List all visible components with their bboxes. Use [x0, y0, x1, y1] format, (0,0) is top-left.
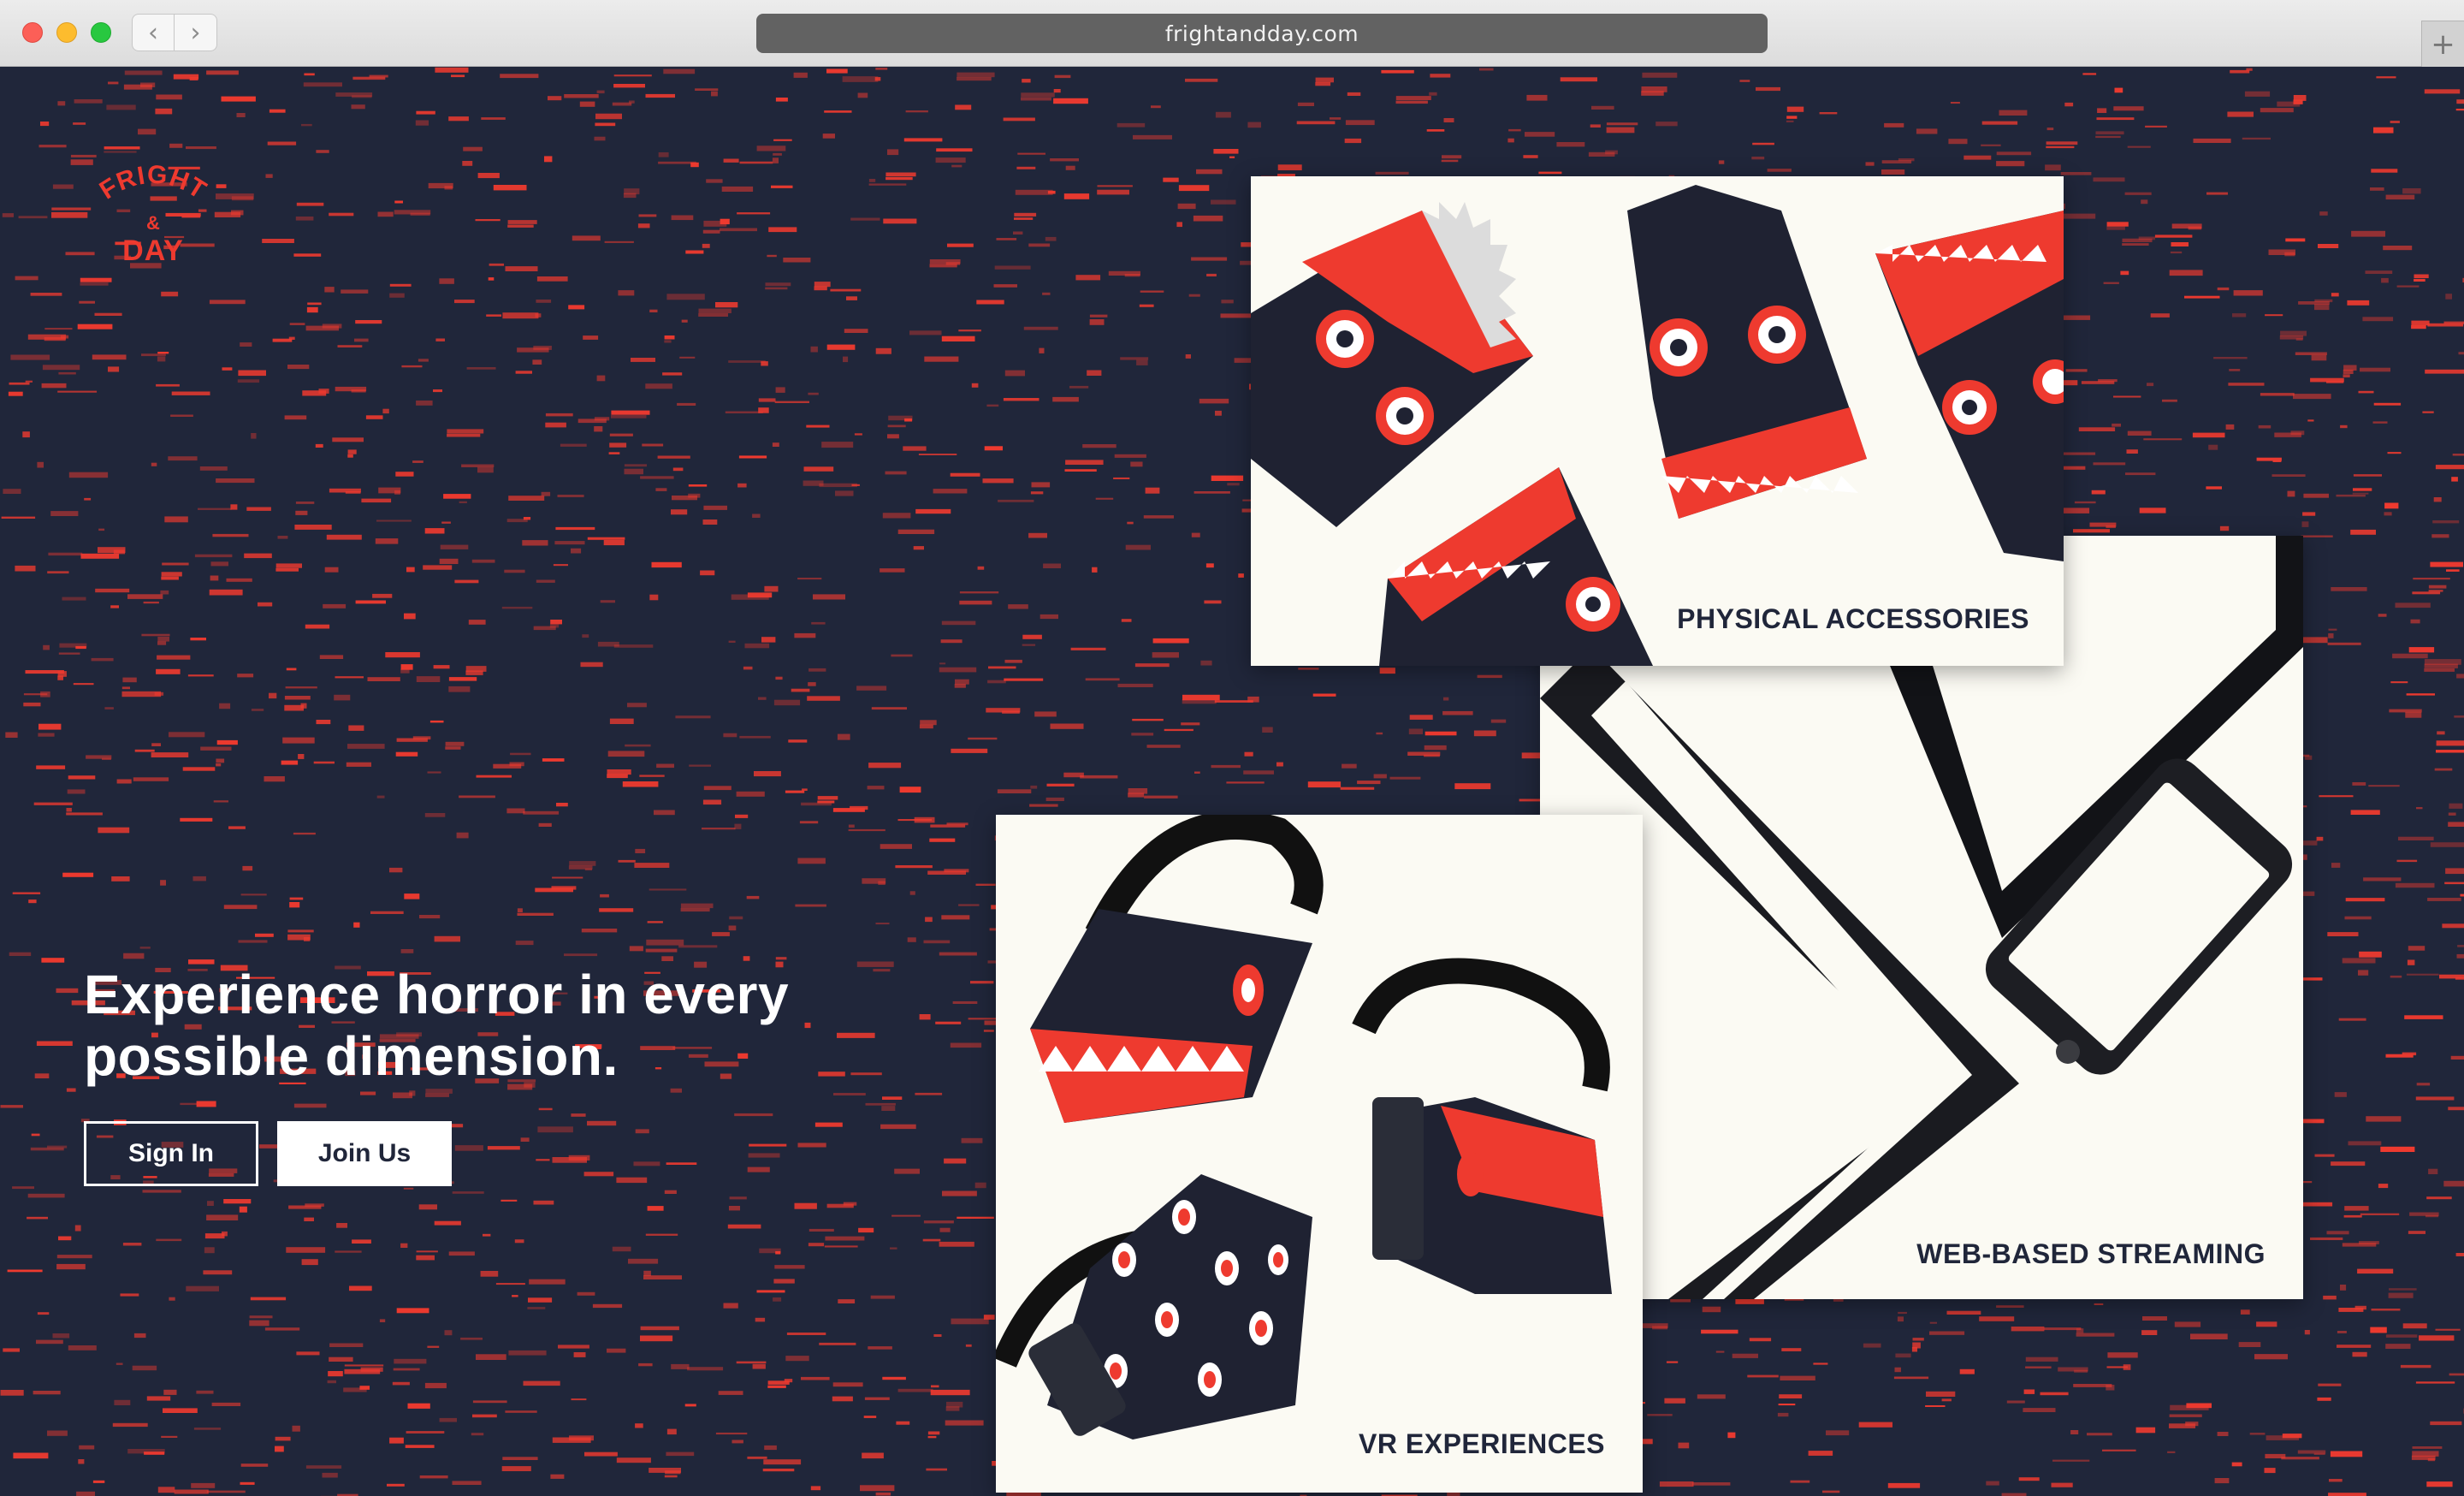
monster-box-icon — [1627, 185, 1867, 519]
svg-text:FRIGHT: FRIGHT — [95, 161, 212, 205]
forward-button[interactable]: › — [175, 14, 217, 51]
logo-word-fright: FRIGHT — [95, 161, 211, 205]
hero-headline-line2: possible dimension. — [84, 1025, 619, 1087]
url-text: frightandday.com — [1164, 21, 1359, 46]
maximize-window-button[interactable] — [91, 22, 111, 43]
close-window-button[interactable] — [22, 22, 43, 43]
minimize-window-button[interactable] — [56, 22, 77, 43]
monster-box-icon — [1251, 202, 1533, 527]
monster-box-icon — [1875, 211, 2064, 561]
physical-accessories-card[interactable]: PHYSICAL ACCESSORIES — [1251, 176, 2064, 666]
monster-boxes-illustration — [1251, 185, 2064, 666]
hero-headline: Experience horror in every possible dime… — [84, 964, 922, 1087]
vr-headset-icon — [996, 1174, 1312, 1440]
plus-icon: + — [2431, 27, 2455, 62]
logo-ampersand: & — [146, 212, 160, 234]
vr-headset-icon — [1352, 958, 1612, 1294]
browser-toolbar: ‹ › frightandday.com + — [0, 0, 2464, 67]
vr-headset-icon — [1030, 815, 1324, 1123]
sign-in-button[interactable]: Sign In — [84, 1121, 258, 1186]
page-content: FRIGHT & DAY Experience horror in every … — [0, 67, 2464, 1496]
vr-experiences-label: VR EXPERIENCES — [1359, 1428, 1605, 1459]
back-button[interactable]: ‹ — [132, 14, 175, 51]
browser-window: ‹ › frightandday.com + FRIGHT & DAY Expe… — [0, 0, 2464, 1496]
address-bar[interactable]: frightandday.com — [756, 14, 1768, 53]
physical-accessories-label: PHYSICAL ACCESSORIES — [1677, 603, 2029, 634]
chevron-right-icon: › — [190, 17, 201, 48]
new-tab-button[interactable]: + — [2421, 21, 2464, 67]
fright-and-day-logo[interactable]: FRIGHT & DAY — [82, 161, 224, 264]
vr-experiences-card[interactable]: VR EXPERIENCES — [996, 815, 1643, 1493]
join-us-button[interactable]: Join Us — [277, 1121, 452, 1186]
vr-headset-illustration — [996, 815, 1612, 1440]
logo-word-day: DAY — [122, 234, 184, 264]
chevron-left-icon: ‹ — [148, 17, 158, 48]
hero-headline-line1: Experience horror in every — [84, 964, 790, 1025]
monster-box-icon — [1379, 467, 1653, 666]
web-streaming-label: WEB-BASED STREAMING — [1916, 1238, 2266, 1269]
